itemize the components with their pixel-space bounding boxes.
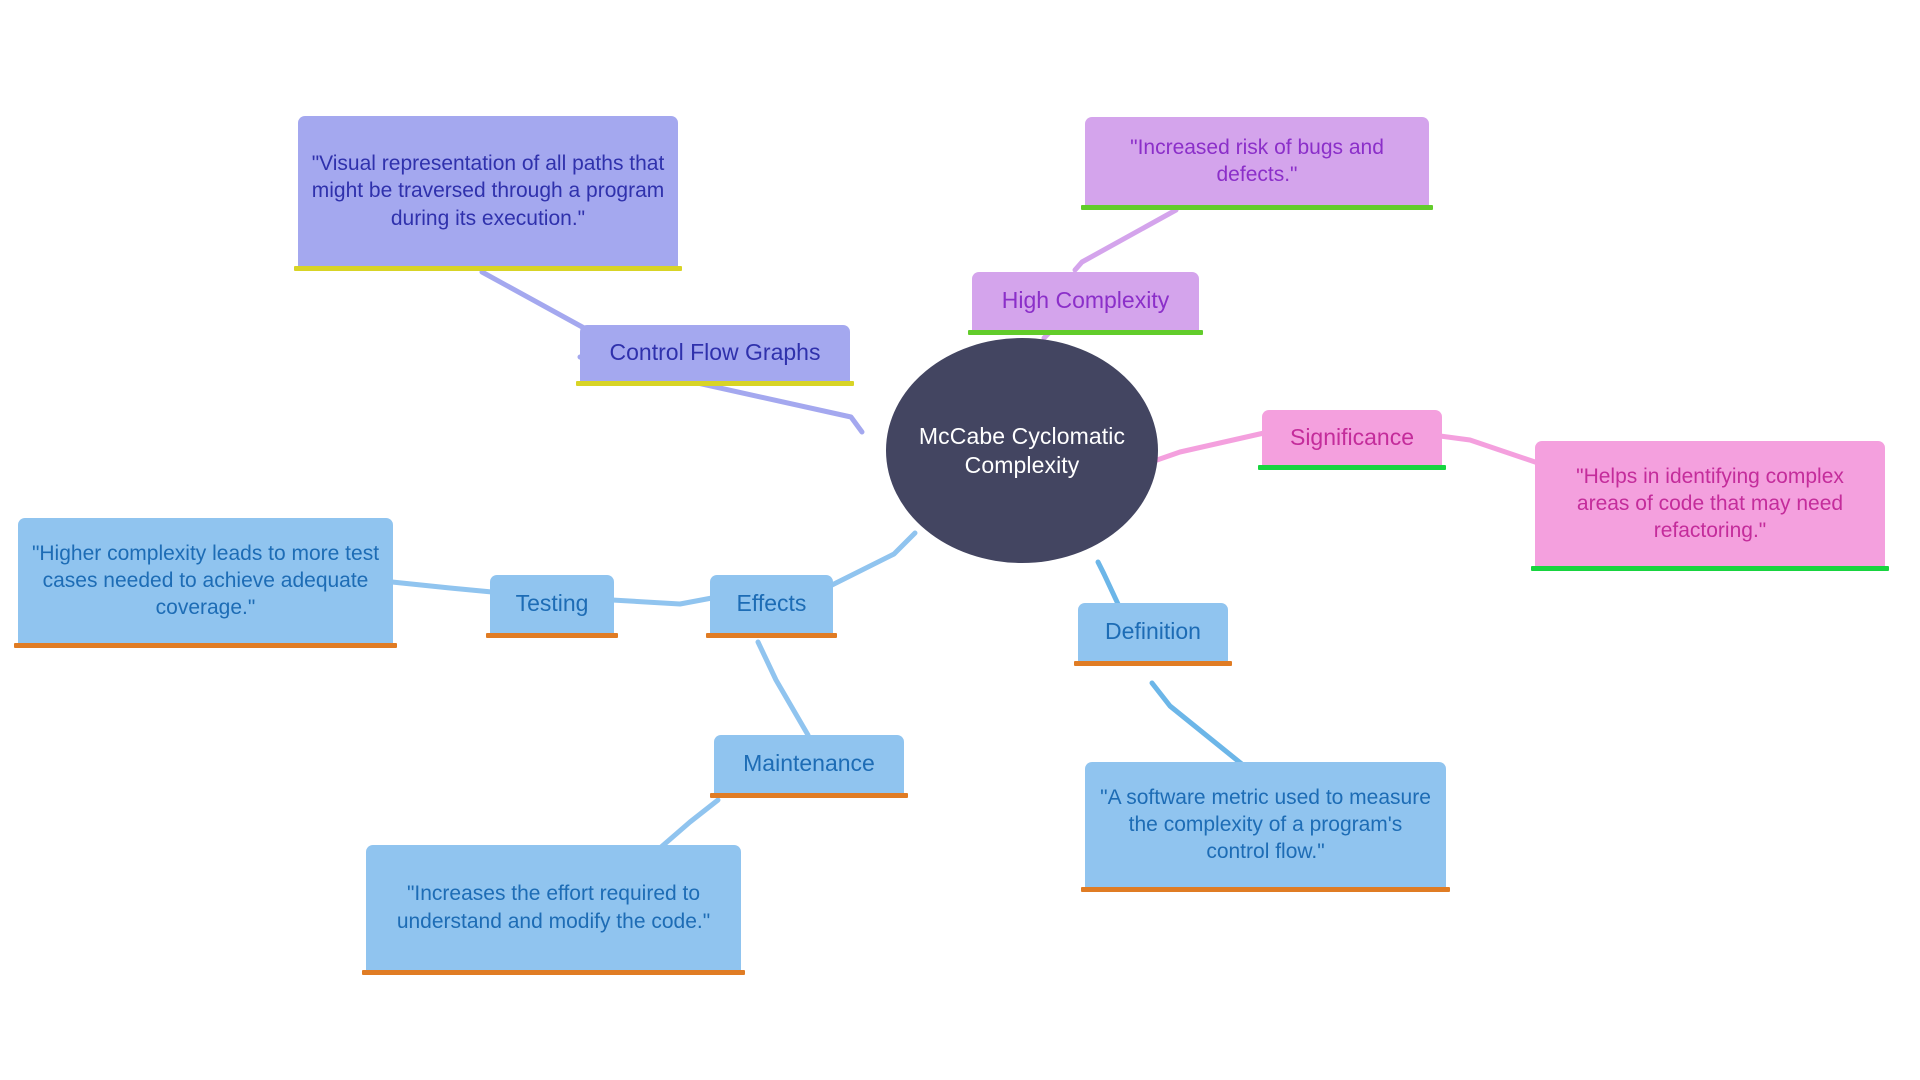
node-control-flow-graphs[interactable]: Control Flow Graphs — [576, 325, 854, 386]
node-definition-detail[interactable]: "A software metric used to measure the c… — [1081, 762, 1450, 892]
edge-testing-detail — [389, 579, 495, 595]
node-testing-detail[interactable]: "Higher complexity leads to more test ca… — [14, 518, 397, 648]
node-effects[interactable]: Effects — [706, 575, 837, 638]
node-significance[interactable]: Significance — [1258, 410, 1446, 470]
node-maintenance-label: Maintenance — [743, 750, 875, 777]
edge-center-definition — [1095, 559, 1121, 607]
node-high-complexity[interactable]: High Complexity — [968, 272, 1203, 335]
edge-maintenance-detail — [657, 797, 721, 851]
node-testing-detail-label: "Higher complexity leads to more test ca… — [31, 541, 380, 620]
node-testing[interactable]: Testing — [486, 575, 618, 638]
node-maintenance-detail-label: "Increases the effort required to unders… — [396, 882, 711, 933]
edge-definition-detail — [1149, 680, 1246, 768]
edge-effects-testing — [609, 595, 715, 607]
edge-effects-maintenance — [755, 639, 811, 738]
node-testing-label: Testing — [515, 590, 589, 617]
node-maintenance-detail[interactable]: "Increases the effort required to unders… — [362, 845, 745, 975]
node-high-complexity-label: High Complexity — [1001, 287, 1170, 314]
node-definition-label: Definition — [1105, 618, 1201, 645]
node-significance-label: Significance — [1289, 423, 1415, 450]
node-significance-detail-label: "Helps in identifying complex areas of c… — [1576, 464, 1844, 543]
edge-center-effects — [825, 530, 918, 590]
node-significance-detail[interactable]: "Helps in identifying complex areas of c… — [1531, 441, 1889, 571]
edge-center-significance — [1154, 430, 1267, 463]
node-control-flow-graphs-label: Control Flow Graphs — [609, 339, 821, 366]
node-high-complexity-detail[interactable]: "Increased risk of bugs and defects." — [1081, 117, 1433, 210]
edge-high-complexity-detail — [1072, 207, 1179, 273]
edge-significance-detail — [1437, 433, 1541, 466]
node-control-flow-graphs-detail-label: "Visual representation of all paths that… — [311, 152, 665, 230]
mindmap-canvas: McCabe Cyclomatic Complexity Control Flo… — [0, 0, 1920, 1080]
node-control-flow-graphs-detail[interactable]: "Visual representation of all paths that… — [294, 116, 682, 271]
node-definition-detail-label: "A software metric used to measure the c… — [1100, 785, 1431, 864]
node-effects-label: Effects — [736, 590, 807, 617]
center-node[interactable]: McCabe Cyclomatic Complexity — [886, 338, 1158, 563]
center-node-label: McCabe Cyclomatic Complexity — [918, 422, 1126, 478]
node-maintenance[interactable]: Maintenance — [710, 735, 908, 798]
node-definition[interactable]: Definition — [1074, 603, 1232, 666]
node-high-complexity-detail-label: "Increased risk of bugs and defects." — [1130, 135, 1384, 186]
